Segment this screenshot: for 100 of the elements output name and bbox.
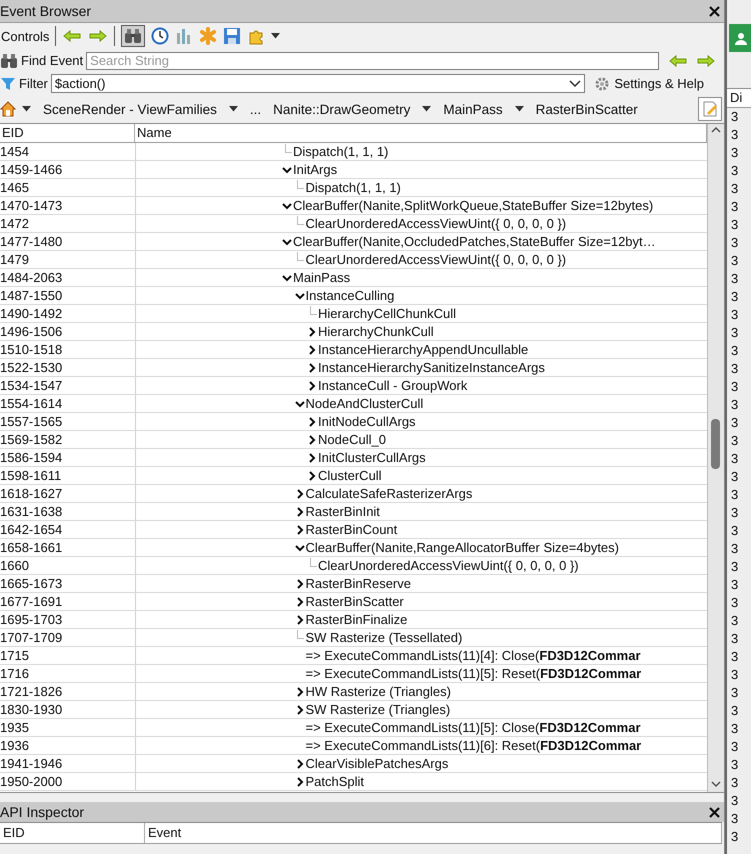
chevron-right-icon[interactable] <box>294 614 304 624</box>
event-name[interactable]: ClearVisiblePatchesArgs <box>306 756 448 771</box>
table-cell-text: 3 <box>730 378 740 396</box>
column-header[interactable]: Event <box>145 823 722 843</box>
event-name[interactable]: ClearUnorderedAccessViewUint({ 0, 0, 0, 0 }) <box>318 558 579 573</box>
chevron-right-icon[interactable] <box>294 524 304 534</box>
clock-icon[interactable] <box>151 27 170 45</box>
settings-button[interactable]: Settings & Help <box>594 76 704 92</box>
event-name[interactable]: InitNodeCullArgs <box>318 414 416 429</box>
event-name[interactable]: ClearBuffer(Nanite,RangeAllocatorBuffer Size=4bytes) <box>306 540 619 555</box>
event-name[interactable]: ClearUnorderedAccessViewUint({ 0, 0, 0, 0 }) <box>306 252 566 267</box>
event-name[interactable]: RasterBinScatter <box>306 594 404 609</box>
event-name[interactable]: SW Rasterize (Tessellated) <box>306 630 462 645</box>
event-name[interactable]: ClearBuffer(Nanite,OccludedPatches,StateBuffer Size=12byt… <box>293 234 656 249</box>
caret-icon[interactable] <box>271 33 280 39</box>
caret-icon[interactable] <box>22 106 31 112</box>
filter-field[interactable]: $action() <box>50 74 586 93</box>
chevron-down-icon[interactable] <box>282 236 292 246</box>
caret-icon[interactable] <box>514 106 524 112</box>
event-name[interactable]: NodeCull_0 <box>318 432 386 447</box>
breadcrumb-item[interactable]: MainPass <box>443 102 503 116</box>
eid-cell-text: 1465 <box>0 180 30 195</box>
chevron-right-icon[interactable] <box>294 578 304 588</box>
gear-icon[interactable] <box>594 76 610 92</box>
chevron-down-icon[interactable] <box>282 164 292 174</box>
breadcrumb-item[interactable]: SceneRender - ViewFamilies <box>43 102 217 116</box>
event-name[interactable]: InstanceHierarchySanitizeInstanceArgs <box>318 360 545 375</box>
event-name[interactable]: InitArgs <box>293 162 338 177</box>
event-name[interactable]: Dispatch(1, 1, 1) <box>306 180 401 195</box>
scrollbar-thumb[interactable] <box>711 419 720 469</box>
chevron-down-icon[interactable] <box>294 398 304 408</box>
chevron-right-icon[interactable] <box>307 344 317 354</box>
event-name[interactable]: Dispatch(1, 1, 1) <box>293 144 388 159</box>
previous-arrow-icon[interactable] <box>668 54 688 68</box>
breadcrumb-item[interactable]: Nanite::DrawGeometry <box>273 102 410 116</box>
event-name[interactable]: NodeAndClusterCull <box>306 396 424 411</box>
event-name[interactable]: => ExecuteCommandLists(11)[5]: Close(FD3D12Commar <box>306 720 641 735</box>
chevron-right-icon[interactable] <box>307 362 317 372</box>
chevron-right-icon[interactable] <box>294 488 304 498</box>
search-field[interactable]: Search String <box>86 52 659 70</box>
next-arrow-icon[interactable] <box>696 54 716 68</box>
event-name[interactable]: HierarchyCellChunkCull <box>318 306 456 321</box>
close-icon[interactable] <box>709 6 720 16</box>
scroll-down-icon[interactable] <box>711 781 721 788</box>
chevron-right-icon[interactable] <box>294 758 304 768</box>
toolbar-label: Controls <box>1 28 50 44</box>
event-name[interactable]: RasterBinInit <box>306 504 380 519</box>
chevron-right-icon[interactable] <box>294 776 304 786</box>
event-name[interactable]: CalculateSafeRasterizerArgs <box>306 486 472 501</box>
find-toggle-button[interactable] <box>121 25 146 47</box>
chevron-right-icon[interactable] <box>294 704 304 714</box>
chevron-down-icon[interactable] <box>294 290 304 300</box>
home-icon[interactable] <box>0 101 16 117</box>
chevron-right-icon[interactable] <box>307 416 317 426</box>
column-header[interactable]: EID <box>0 823 145 843</box>
event-name[interactable]: MainPass <box>293 270 350 285</box>
table-cell-text: 3 <box>730 720 740 738</box>
filter-icon <box>0 76 16 92</box>
event-name[interactable]: PatchSplit <box>306 774 364 789</box>
chevron-right-icon[interactable] <box>307 434 317 444</box>
column-header[interactable]: EID <box>0 124 135 142</box>
column-header[interactable]: Di <box>727 88 751 108</box>
event-name[interactable]: HierarchyChunkCull <box>318 324 434 339</box>
event-name[interactable]: => ExecuteCommandLists(11)[5]: Reset(FD3D12Commar <box>306 666 642 681</box>
event-name[interactable]: InitClusterCullArgs <box>318 450 426 465</box>
event-name[interactable]: InstanceHierarchyAppendUncullable <box>318 342 528 357</box>
chevron-right-icon[interactable] <box>294 506 304 516</box>
close-icon[interactable] <box>709 806 720 818</box>
event-name[interactable]: InstanceCulling <box>306 288 394 303</box>
caret-icon[interactable] <box>228 106 238 112</box>
event-name[interactable]: SW Rasterize (Triangles) <box>306 702 450 717</box>
event-name[interactable]: RasterBinReserve <box>306 576 411 591</box>
chevron-right-icon[interactable] <box>307 380 317 390</box>
chevron-down-icon[interactable] <box>282 200 292 210</box>
caret-icon[interactable] <box>422 106 432 112</box>
event-name[interactable]: ClusterCull <box>318 468 382 483</box>
event-name[interactable]: HW Rasterize (Triangles) <box>306 684 451 699</box>
chevron-down-icon[interactable] <box>294 542 304 552</box>
chevron-right-icon[interactable] <box>294 596 304 606</box>
back-arrow-icon[interactable] <box>62 29 82 43</box>
breadcrumb-item[interactable]: ... <box>250 102 262 116</box>
chevron-right-icon[interactable] <box>294 686 304 696</box>
save-icon[interactable] <box>223 27 242 45</box>
event-name[interactable]: => ExecuteCommandLists(11)[6]: Reset(FD3D12Commar <box>306 738 642 753</box>
forward-arrow-icon[interactable] <box>88 29 108 43</box>
event-name[interactable]: ClearUnorderedAccessViewUint({ 0, 0, 0, 0 }) <box>306 216 566 231</box>
breadcrumb-item[interactable]: RasterBinScatter <box>536 102 638 116</box>
chevron-right-icon[interactable] <box>307 452 317 462</box>
person-icon[interactable] <box>729 24 751 52</box>
chevron-right-icon[interactable] <box>307 470 317 480</box>
event-name[interactable]: RasterBinCount <box>306 522 398 537</box>
event-name[interactable]: => ExecuteCommandLists(11)[4]: Close(FD3D12Commar <box>306 648 641 663</box>
scroll-up-icon[interactable] <box>711 126 721 133</box>
chevron-right-icon[interactable] <box>307 326 317 336</box>
dropdown-icon[interactable] <box>569 80 582 88</box>
scrollbar[interactable] <box>707 124 724 792</box>
event-name[interactable]: RasterBinFinalize <box>306 612 408 627</box>
event-name[interactable]: ClearBuffer(Nanite,SplitWorkQueue,StateBuffer Size=12bytes) <box>293 198 654 213</box>
chevron-down-icon[interactable] <box>282 272 292 282</box>
event-name[interactable]: InstanceCull - GroupWork <box>318 378 468 393</box>
